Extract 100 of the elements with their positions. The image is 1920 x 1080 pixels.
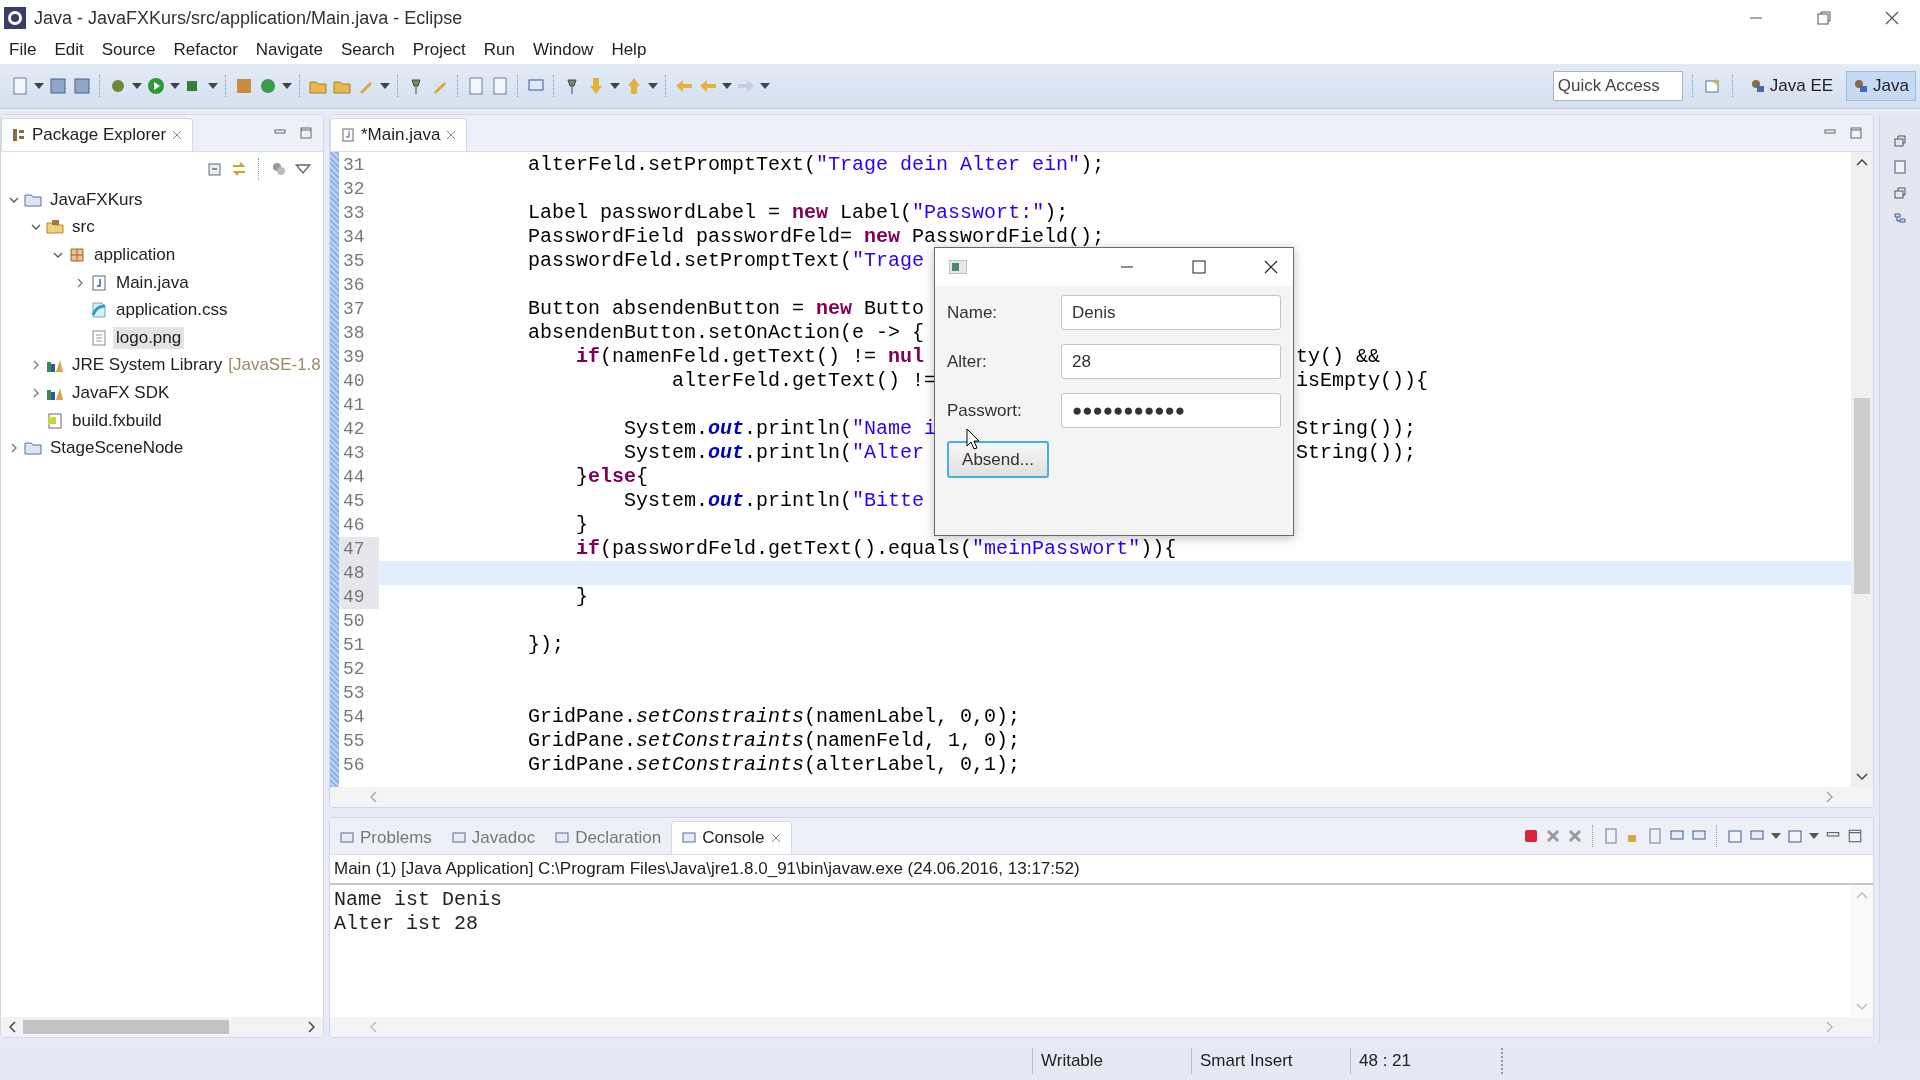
code-line: System.out.println("Name i [623,417,937,440]
tree-item[interactable]: JRE System Library [69,354,226,377]
menu-item[interactable]: Edit [45,40,93,60]
perspective-button[interactable]: Java EE [1742,71,1841,101]
code-line: String()); [1296,441,1417,465]
collapse-all-icon[interactable] [207,161,223,177]
stop-icon[interactable] [1523,828,1539,844]
caret-icon[interactable] [648,83,658,89]
line-number: 50 [342,610,366,633]
page-icon[interactable] [466,76,486,96]
caret-icon[interactable] [170,83,180,89]
close-icon[interactable] [1884,10,1900,26]
page-icon[interactable] [490,76,510,96]
view-tab[interactable]: Problems [330,822,442,854]
code-line: absendenButton.setOnAction(e -> { [527,321,925,344]
line-number: 53 [342,682,366,705]
caret-icon[interactable] [1809,833,1819,839]
expand-toggle-icon[interactable] [31,360,41,371]
link-icon[interactable] [231,161,247,177]
remove-all-icon[interactable] [1567,828,1583,844]
outline-icon[interactable] [1893,160,1907,174]
tree-item[interactable]: JavaFX SDK [69,381,173,404]
scroll-up-icon[interactable] [1856,158,1868,166]
restore-icon[interactable] [1893,186,1907,200]
tree-item[interactable]: application.css [113,299,231,322]
scroll-left-icon[interactable] [9,1021,17,1033]
scrollbar-thumb[interactable] [23,1020,229,1034]
scrollbar-thumb[interactable] [1854,398,1870,594]
page-icon[interactable] [1647,828,1663,844]
eclipse-logo-icon [4,7,26,29]
hierarchy-icon[interactable] [1893,212,1907,226]
page-icon[interactable] [1603,828,1619,844]
tree-item[interactable]: StageSceneNode [47,437,187,460]
code-line: isEmpty()){ [1296,369,1429,393]
restore-icon[interactable] [1893,134,1907,148]
caret-icon[interactable] [380,83,390,89]
caret-icon[interactable] [282,83,292,89]
line-number: 41 [342,394,366,417]
tree-item[interactable]: logo.png [113,326,185,349]
menu-item[interactable]: Project [403,40,475,60]
caret-icon[interactable] [760,83,770,89]
menu-item[interactable]: Source [92,40,165,60]
expand-toggle-icon[interactable] [31,387,41,398]
submit-button[interactable]: Absend... [947,441,1049,478]
caret-icon[interactable] [610,83,620,89]
maximize-icon[interactable] [1849,126,1863,140]
filter-icon[interactable] [271,161,287,177]
tree-item[interactable]: JavaFXKurs [47,188,146,211]
menu-item[interactable]: Search [331,40,404,60]
view-tab[interactable]: Declaration [545,822,672,854]
line-number: 39 [342,346,366,369]
menu-item[interactable]: Refactor [164,40,247,60]
save-all-icon[interactable] [72,76,92,96]
caret-icon[interactable] [722,83,732,89]
maximize-icon[interactable] [299,126,313,140]
horizontal-scrollbar[interactable] [1,1017,323,1037]
tree-item[interactable]: Main.java [113,271,192,294]
tree-item[interactable]: src [69,216,98,239]
code-line: Label passwordLabel = new Label("Passwort:"); [527,201,1069,224]
caret-icon[interactable] [34,83,44,89]
code-line: }else{ [575,465,649,488]
view-tab[interactable]: Javadoc [441,822,546,854]
tree-item[interactable]: build.fxbuild [69,409,165,432]
scroll-down-icon[interactable] [1856,773,1868,781]
expand-toggle-icon[interactable] [53,250,63,260]
menu-item[interactable]: Navigate [246,40,332,60]
menu-item[interactable]: Run [474,40,524,60]
perspective-button[interactable]: Java [1846,71,1916,101]
maximize-icon[interactable] [1847,828,1863,844]
caret-icon[interactable] [132,83,142,89]
menu-item[interactable]: Window [523,40,603,60]
scroll-right-icon[interactable] [307,1021,315,1033]
input-field[interactable]: 28 [1061,344,1281,379]
view-tab[interactable]: Console [671,821,792,854]
close-icon[interactable] [1263,259,1279,275]
code-line: if(namenFeld.getText() != nul [575,345,925,368]
input-field[interactable]: Denis [1061,295,1281,330]
expand-toggle-icon[interactable] [9,443,19,454]
menu-item[interactable]: File [0,40,46,60]
css-file-icon [90,301,108,320]
vertical-scrollbar[interactable] [1851,152,1873,787]
input-field[interactable]: ●●●●●●●●●●● [1061,393,1281,428]
tree-item[interactable]: application [91,244,179,266]
remove-icon[interactable] [1545,828,1561,844]
line-number: 45 [342,490,366,513]
caret-icon[interactable] [1771,833,1781,839]
code-line: GridPane.setConstraints(alterLabel, 0,1); [527,753,1021,776]
menu-item[interactable]: Help [602,40,656,60]
maximize-icon[interactable] [1191,259,1207,275]
run-icon[interactable] [146,76,166,96]
window-icon[interactable] [1787,828,1803,844]
caret-icon[interactable] [208,83,218,89]
open-folder-icon [24,439,42,458]
editor-tab[interactable]: *Main.java [330,118,468,151]
restore-icon[interactable] [1816,10,1832,26]
expand-toggle-icon[interactable] [75,277,85,288]
view-tab[interactable]: Package Explorer [1,118,194,151]
mouse-cursor-icon [966,428,980,450]
view-icon [682,831,697,845]
quick-access-field[interactable]: Quick Access [1552,71,1683,101]
